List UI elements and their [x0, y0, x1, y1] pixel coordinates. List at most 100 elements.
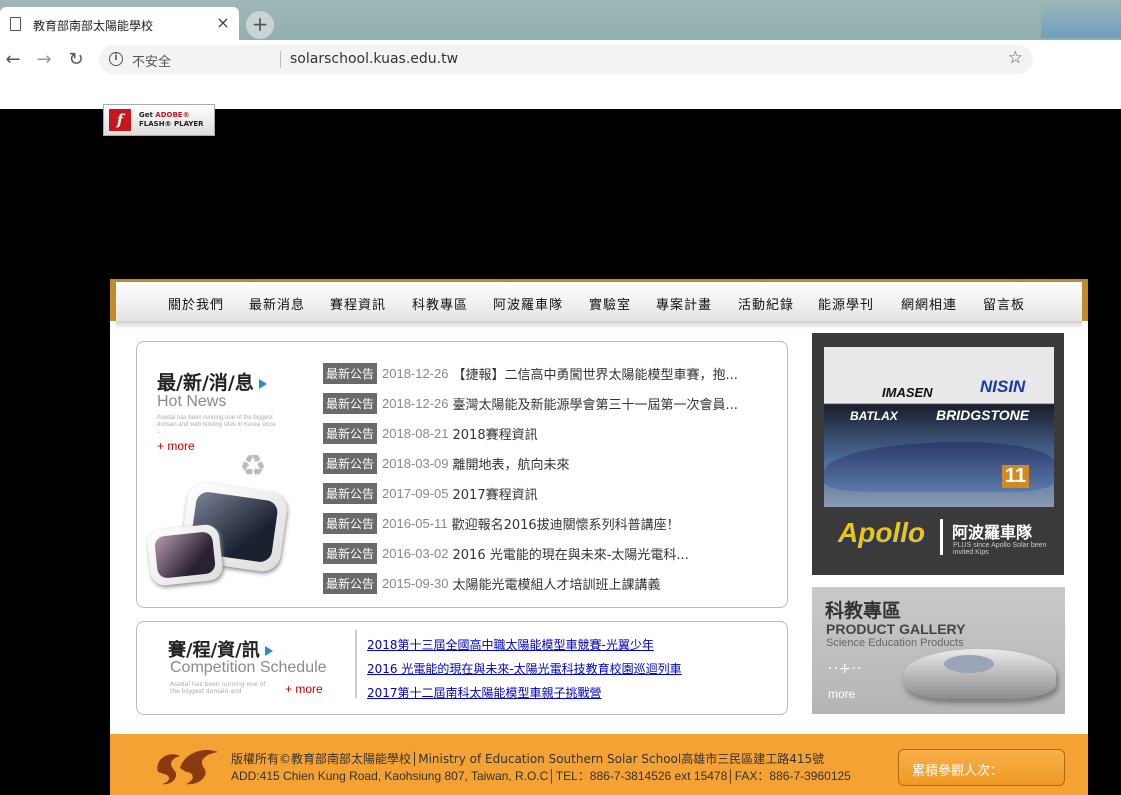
browser-tab[interactable]: 教育部南部太陽能學校 ×: [0, 7, 239, 41]
news-item[interactable]: 最新公告 2016-05-11 歡迎報名2016拔迪關懷系列科普講座！: [323, 508, 738, 538]
news-badge: 最新公告: [323, 452, 378, 474]
nav-item-guestbook[interactable]: 留言板: [983, 294, 1025, 313]
news-date: 2015-09-30: [382, 575, 449, 591]
flash-adobe-label: ADOBE®: [155, 111, 190, 119]
news-date: 2018-12-26: [382, 395, 449, 411]
main-navigation: 關於我們 最新消息 賽程資訊 科教專區 阿波羅車隊 實驗室 專案計畫 活動紀錄 …: [110, 279, 1088, 329]
news-title[interactable]: 2018賽程資訊: [453, 424, 538, 443]
schedule-more-link[interactable]: + more: [285, 682, 323, 696]
schedule-link[interactable]: 2016 光電能的現在與未來-太陽光電科技教育校園巡迴列車: [367, 657, 682, 681]
news-date: 2018-03-09: [382, 455, 449, 471]
apollo-team-banner[interactable]: IMASEN NISIN BATLAX BRIDGSTONE 11 Apollo…: [812, 333, 1064, 575]
footer-copyright: 版權所有©教育部南部太陽能學校│Ministry of Education So…: [231, 752, 825, 766]
news-item[interactable]: 最新公告 2018-12-26 臺灣太陽能及新能源學會第三十一屆第一次會員...: [323, 388, 738, 418]
nav-item-activities[interactable]: 活動紀錄: [738, 294, 818, 313]
nav-shadow: [116, 321, 1082, 329]
schedule-heading-text: 賽/程/資/訊: [168, 640, 260, 661]
visitor-counter-label: 累積參觀人次：: [912, 764, 1004, 779]
nav-item-schedule[interactable]: 賽程資訊: [330, 294, 412, 313]
schedule-blurb: Asedal has been running one of the bigge…: [170, 681, 266, 695]
flash-get-label: Get: [139, 111, 156, 119]
car-number: 11: [1002, 465, 1030, 488]
security-status[interactable]: 不安全: [132, 51, 171, 70]
school-logo: [157, 749, 218, 785]
news-blurb: Asedal has been running one of the bigge…: [157, 415, 276, 435]
bookmark-star-icon[interactable]: ☆: [1008, 48, 1023, 68]
news-title[interactable]: 太陽能光電模組人才培訓班上課講義: [453, 574, 661, 593]
gallery-more-link[interactable]: more: [828, 687, 855, 701]
news-title[interactable]: 歡迎報名2016拔迪關懷系列科普講座！: [452, 514, 680, 533]
nav-item-news[interactable]: 最新消息: [249, 294, 330, 313]
new-tab-button[interactable]: +: [246, 11, 274, 39]
news-date: 2016-03-02: [382, 545, 449, 561]
recycle-icon: ♻: [239, 449, 267, 484]
info-icon[interactable]: i: [109, 52, 123, 66]
news-badge: 最新公告: [323, 482, 378, 504]
news-title[interactable]: 離開地表，航向未來: [453, 454, 570, 473]
product-gallery-banner[interactable]: 科教專區 PRODUCT GALLERY Science Education P…: [812, 587, 1065, 714]
get-flash-player-badge[interactable]: f Get ADOBE® FLASH® PLAYER: [103, 104, 215, 136]
apollo-tagline: PLUS since Apollo Solar been invited Kip…: [953, 542, 1047, 556]
schedule-subheading: Competition Schedule: [170, 659, 327, 676]
news-title[interactable]: 2017賽程資訊: [453, 484, 538, 503]
gallery-subtitle: Science Education Products: [826, 637, 964, 649]
news-title[interactable]: 2016 光電能的現在與未來-太陽光電科...: [453, 544, 689, 563]
tab-title: 教育部南部太陽能學校: [33, 19, 154, 33]
site-container: 關於我們 最新消息 賽程資訊 科教專區 阿波羅車隊 實驗室 專案計畫 活動紀錄 …: [110, 279, 1088, 795]
competition-schedule-section: 賽/程/資/訊 Competition Schedule Asedal has …: [136, 621, 788, 715]
news-badge: 最新公告: [323, 362, 378, 384]
news-date: 2018-12-26: [382, 365, 449, 381]
nav-item-apollo[interactable]: 阿波羅車隊: [493, 294, 589, 313]
forward-arrow-icon[interactable]: →: [33, 49, 55, 71]
flash-logo-icon: f: [109, 109, 131, 131]
arrow-right-icon: [258, 379, 267, 389]
nav-item-about[interactable]: 關於我們: [168, 294, 249, 313]
flash-badge-text: Get ADOBE® FLASH® PLAYER: [139, 111, 204, 129]
news-date: 2018-08-21: [382, 425, 449, 441]
schedule-link[interactable]: 2018第十三屆全國高中職太陽能模型車競賽-光翼少年: [367, 633, 682, 657]
news-badge: 最新公告: [323, 422, 378, 444]
schedule-link[interactable]: 2017第十二屆南科太陽能模型車親子挑戰營: [367, 681, 682, 705]
nav-item-lab[interactable]: 實驗室: [589, 294, 656, 313]
browser-toolbar: ← → ↻ i 不安全 solarschool.kuas.edu.tw ☆: [0, 40, 1045, 109]
close-tab-icon[interactable]: ×: [213, 13, 233, 32]
news-item[interactable]: 最新公告 2018-08-21 2018賽程資訊: [323, 418, 738, 448]
news-date: 2016-05-11: [382, 515, 448, 531]
arrow-right-icon: [264, 646, 273, 656]
plus-dots-icon: ··+··: [828, 661, 863, 677]
apollo-divider: [940, 519, 943, 555]
nav-item-science[interactable]: 科教專區: [412, 294, 493, 313]
address-divider: [280, 51, 281, 68]
schedule-divider: [355, 630, 357, 698]
news-title[interactable]: 臺灣太陽能及新能源學會第三十一屆第一次會員...: [453, 394, 738, 413]
news-badge: 最新公告: [323, 392, 378, 414]
news-title[interactable]: 【捷報】二信高中勇闖世界太陽能模型車賽，抱...: [453, 364, 738, 383]
news-subheading: Hot News: [157, 393, 227, 410]
nav-item-journal[interactable]: 能源學刊: [818, 294, 901, 313]
toolbar-extension-area: [1045, 40, 1121, 109]
apollo-logo: Apollo: [838, 517, 926, 548]
model-car-cab: [944, 655, 994, 673]
latest-news-section: 最/新/消/息 Hot News Asedal has been running…: [136, 341, 788, 608]
footer-address: ADD:415 Chien Kung Road, Kaohsiung 807, …: [231, 769, 851, 783]
news-item[interactable]: 最新公告 2015-09-30 太陽能光電模組人才培訓班上課講義: [323, 568, 738, 598]
address-bar[interactable]: i 不安全 solarschool.kuas.edu.tw ☆: [99, 45, 1033, 74]
news-more-link[interactable]: + more: [157, 439, 195, 453]
news-item[interactable]: 最新公告 2018-03-09 離開地表，航向未來: [323, 448, 738, 478]
news-item[interactable]: 最新公告 2018-12-26 【捷報】二信高中勇闖世界太陽能模型車賽，抱...: [323, 358, 738, 388]
nav-item-projects[interactable]: 專案計畫: [656, 294, 738, 313]
back-arrow-icon[interactable]: ←: [2, 49, 24, 71]
apollo-team-name: 阿波羅車隊: [952, 523, 1033, 542]
photo-sign-bridgstone: BRIDGSTONE: [936, 407, 1030, 423]
news-badge: 最新公告: [323, 542, 378, 564]
news-item[interactable]: 最新公告 2016-03-02 2016 光電能的現在與未來-太陽光電科...: [323, 538, 738, 568]
nav-item-links[interactable]: 網網相連: [901, 294, 983, 313]
solar-panels-illustration: [146, 480, 290, 587]
model-car-image: [904, 649, 1056, 699]
url-text[interactable]: solarschool.kuas.edu.tw: [290, 51, 458, 67]
news-date: 2017-09-05: [382, 485, 449, 501]
solar-car-photo: IMASEN NISIN BATLAX BRIDGSTONE 11: [824, 347, 1054, 507]
news-item[interactable]: 最新公告 2017-09-05 2017賽程資訊: [323, 478, 738, 508]
window-frame-edge: [1041, 0, 1121, 38]
reload-icon[interactable]: ↻: [65, 49, 87, 71]
